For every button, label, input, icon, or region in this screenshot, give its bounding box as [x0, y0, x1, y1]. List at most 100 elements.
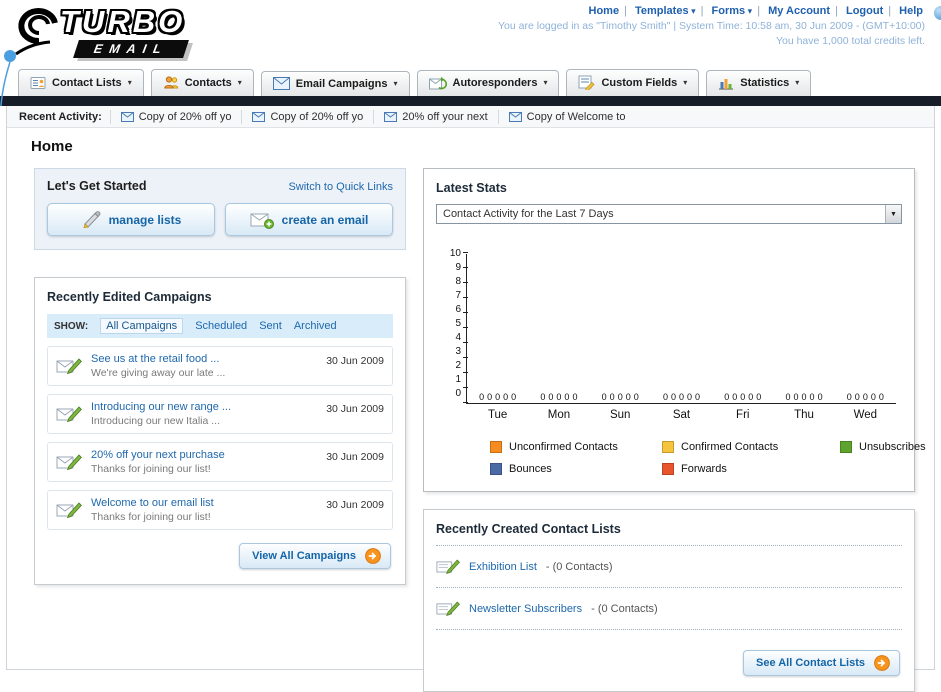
legend-entry: Forwards	[662, 463, 840, 475]
chart-group: 00000	[835, 254, 896, 403]
create-email-button[interactable]: create an email	[225, 203, 393, 236]
stats-period-select[interactable]: Contact Activity for the Last 7 Days ▼	[436, 204, 902, 224]
chart-value-row: 00000	[773, 392, 834, 402]
y-tick-label: 1	[455, 374, 461, 385]
top-link-templates[interactable]: Templates	[635, 5, 696, 17]
chart-value-row: 00000	[835, 392, 896, 402]
recent-activity-link[interactable]: Copy of Welcome to	[527, 111, 626, 123]
email-plus-icon	[250, 213, 274, 229]
top-link-my-account[interactable]: My Account	[768, 5, 830, 17]
chart-value-row: 00000	[712, 392, 773, 402]
link-separator	[835, 5, 838, 17]
filter-archived[interactable]: Archived	[294, 320, 337, 332]
chart-group: 00000	[651, 254, 712, 403]
top-link-help[interactable]: Help	[899, 5, 923, 17]
campaign-item[interactable]: 20% off your next purchase Thanks for jo…	[47, 442, 393, 482]
legend-swatch	[490, 463, 502, 475]
compose-email-icon	[56, 406, 82, 423]
recent-activity-item[interactable]: Copy of Welcome to	[497, 109, 636, 124]
chart-value-label: 0	[556, 392, 562, 402]
view-all-campaigns-button[interactable]: View All Campaigns	[239, 543, 391, 569]
content-area: Recent Activity: Copy of 20% off yo Copy…	[6, 106, 935, 692]
recent-activity-item[interactable]: 20% off your next	[373, 109, 497, 124]
logo-subtitle: EMAIL	[92, 42, 170, 56]
dotted-divider	[436, 629, 902, 630]
show-label: SHOW:	[54, 320, 89, 332]
chart-value-label: 0	[854, 392, 860, 402]
top-link-home[interactable]: Home	[589, 5, 620, 17]
legend-swatch	[662, 441, 674, 453]
get-started-title: Let's Get Started	[47, 179, 147, 193]
legend-swatch	[840, 441, 852, 453]
chevron-down-icon	[393, 78, 397, 90]
campaign-title-link[interactable]: Welcome to our email list	[91, 497, 317, 509]
campaign-title-link[interactable]: See us at the retail food ...	[91, 353, 317, 365]
filter-sent[interactable]: Sent	[259, 320, 282, 332]
chart-value-label: 0	[633, 392, 639, 402]
chart-value-label: 0	[662, 392, 668, 402]
campaign-item[interactable]: Introducing our new range ... Introducin…	[47, 394, 393, 434]
campaign-title-link[interactable]: Introducing our new range ...	[91, 401, 317, 413]
chart-value-label: 0	[801, 392, 807, 402]
chart-value-label: 0	[878, 392, 884, 402]
recent-activity-link[interactable]: 20% off your next	[402, 111, 487, 123]
compose-email-icon	[56, 454, 82, 471]
contact-list-link[interactable]: Exhibition List	[469, 561, 537, 573]
top-link-logout[interactable]: Logout	[846, 5, 883, 17]
campaign-subtitle: Introducing our new Italia ...	[91, 415, 220, 427]
see-all-contact-lists-button[interactable]: See All Contact Lists	[742, 650, 900, 676]
contact-list-link[interactable]: Newsletter Subscribers	[469, 603, 582, 615]
recent-activity-item[interactable]: Copy of 20% off yo	[241, 109, 373, 124]
tab-statistics[interactable]: Statistics	[706, 70, 812, 96]
y-tick-label: 2	[455, 360, 461, 371]
campaign-item[interactable]: See us at the retail food ... We're givi…	[47, 346, 393, 386]
top-link-forms[interactable]: Forms	[712, 5, 753, 17]
recent-activity-item[interactable]: Copy of 20% off yo	[109, 109, 242, 124]
chart-value-label: 0	[487, 392, 493, 402]
chevron-down-icon	[795, 77, 799, 89]
chart-value-label: 0	[548, 392, 554, 402]
chart-value-label: 0	[809, 392, 815, 402]
contact-list-item[interactable]: Exhibition List - (0 Contacts)	[436, 555, 902, 578]
contact-list-item[interactable]: Newsletter Subscribers - (0 Contacts)	[436, 597, 902, 620]
chart-value-label: 0	[695, 392, 701, 402]
tab-autoresponders[interactable]: Autoresponders	[416, 70, 560, 96]
chart-value-label: 0	[862, 392, 868, 402]
envelope-icon	[384, 111, 398, 122]
chart-value-row: 00000	[590, 392, 651, 402]
campaign-title-link[interactable]: 20% off your next purchase	[91, 449, 317, 461]
top-nav: Home Templates Forms My Account Logout H…	[498, 5, 925, 17]
switch-quick-links-link[interactable]: Switch to Quick Links	[288, 181, 393, 193]
app-logo[interactable]: TURBO EMAIL	[14, 4, 294, 64]
tab-contact-lists[interactable]: Contact Lists	[18, 69, 144, 96]
see-all-contact-lists-label: See All Contact Lists	[755, 657, 865, 669]
tab-email-campaigns[interactable]: Email Campaigns	[260, 71, 410, 96]
chevron-down-icon: ▼	[885, 205, 901, 223]
compose-email-icon	[56, 502, 82, 519]
legend-entry: Bounces	[490, 463, 662, 475]
y-tick-label: 9	[455, 262, 461, 273]
tab-custom-fields[interactable]: Custom Fields	[566, 69, 700, 96]
tab-label: Custom Fields	[601, 76, 678, 89]
decorative-dot	[934, 6, 941, 20]
contact-activity-chart: 10 9 8 7 6 5 4 3 2 1 0 000000000000000000000000000…	[436, 249, 926, 475]
envelope-icon	[120, 111, 134, 122]
stats-period-value: Contact Activity for the Last 7 Days	[443, 208, 614, 220]
filter-scheduled[interactable]: Scheduled	[195, 320, 247, 332]
chart-group: 00000	[528, 254, 589, 403]
x-axis-label: Mon	[547, 409, 571, 421]
link-separator	[624, 5, 627, 17]
chart-value-label: 0	[540, 392, 546, 402]
manage-lists-button[interactable]: manage lists	[47, 203, 215, 236]
compose-list-icon	[436, 601, 460, 616]
filter-all-campaigns[interactable]: All Campaigns	[100, 318, 184, 334]
tab-contacts[interactable]: Contacts	[150, 69, 254, 96]
recent-campaigns-panel: Recently Edited Campaigns SHOW: All Camp…	[34, 277, 406, 585]
campaign-item[interactable]: Welcome to our email list Thanks for joi…	[47, 490, 393, 530]
chart-value-label: 0	[724, 392, 730, 402]
chart-value-label: 0	[601, 392, 607, 402]
contact-list-detail: - (0 Contacts)	[545, 560, 613, 573]
x-axis-label: Sun	[609, 409, 631, 421]
recent-activity-link[interactable]: Copy of 20% off yo	[139, 111, 232, 123]
recent-activity-link[interactable]: Copy of 20% off yo	[270, 111, 363, 123]
